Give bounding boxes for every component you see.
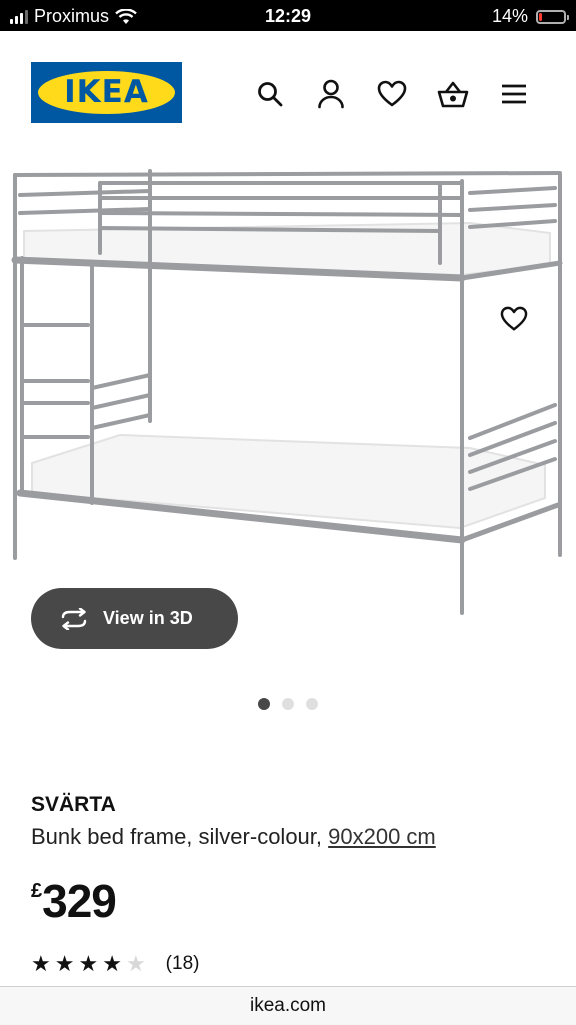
price-currency: £ — [31, 880, 43, 902]
view-in-3d-button[interactable]: View in 3D — [31, 588, 238, 649]
search-icon[interactable] — [252, 76, 287, 111]
heart-icon — [500, 306, 528, 331]
product-rating[interactable]: ★ ★ ★ ★ ★ (18) — [31, 953, 199, 975]
status-right: 14% — [491, 6, 569, 27]
carousel-indicators — [0, 698, 576, 710]
basket-icon[interactable] — [435, 76, 470, 111]
clock: 12:29 — [264, 6, 312, 26]
ikea-logo[interactable]: IKEA — [31, 62, 182, 123]
star-icon: ★ — [31, 951, 51, 976]
browser-url-bar[interactable]: ikea.com — [0, 986, 576, 1025]
star-icon: ★ — [125, 951, 146, 976]
logo-text: IKEA — [64, 74, 149, 110]
battery-icon — [536, 9, 569, 24]
status-bar: Proximus 12:29 14% — [0, 0, 576, 31]
carousel-dot[interactable] — [258, 698, 270, 710]
add-to-favourites-button[interactable] — [488, 293, 540, 345]
header-actions — [252, 76, 531, 111]
product-size-link[interactable]: 90x200 cm — [328, 824, 436, 849]
product-description-text: Bunk bed frame, silver-colour, — [31, 824, 329, 849]
star-icon: ★ — [102, 951, 122, 976]
favourites-icon[interactable] — [374, 76, 409, 111]
bunk-bed-image — [11, 169, 563, 615]
carousel-dot[interactable] — [282, 698, 294, 710]
rating-stars: ★ ★ ★ ★ ★ — [31, 953, 146, 975]
menu-icon[interactable] — [496, 76, 531, 111]
product-price: £ 329 — [31, 874, 117, 928]
url-text: ikea.com — [249, 995, 327, 1016]
price-amount: 329 — [42, 875, 117, 927]
review-count: (18) — [165, 953, 200, 974]
product-name: SVÄRTA — [31, 793, 116, 816]
battery-percent: 14% — [491, 6, 528, 26]
site-header: IKEA — [0, 31, 576, 153]
star-icon: ★ — [54, 951, 75, 976]
carousel-dot[interactable] — [306, 698, 318, 710]
battery-level — [539, 12, 542, 21]
star-icon: ★ — [78, 951, 99, 976]
account-icon[interactable] — [313, 76, 348, 111]
rotate-icon — [61, 607, 87, 630]
product-description: Bunk bed frame, silver-colour, 90x200 cm — [31, 824, 436, 850]
view-in-3d-label: View in 3D — [103, 608, 193, 628]
